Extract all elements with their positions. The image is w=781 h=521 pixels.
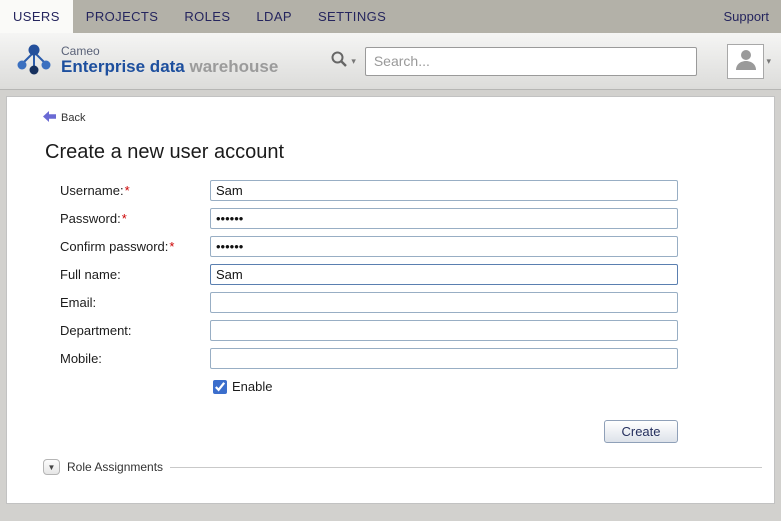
product-name-light: warehouse [190,57,279,76]
form-row: Password:* [60,208,774,229]
tab-settings[interactable]: SETTINGS [305,0,399,33]
app-logo: Cameo Enterprise data warehouse [14,39,278,84]
tab-label: LDAP [256,9,292,24]
tab-ldap[interactable]: LDAP [243,0,305,33]
search-input[interactable] [365,47,697,76]
form-row: Mobile: [60,348,774,369]
enable-checkbox[interactable] [213,380,227,394]
back-arrow-icon [43,111,56,125]
label-text: Mobile: [60,351,102,366]
avatar-dropdown-caret[interactable]: ▾ [766,56,771,67]
enable-label[interactable]: Enable [232,379,272,394]
mobile-input[interactable] [210,348,678,369]
create-button[interactable]: Create [604,420,678,443]
mobile-label: Mobile: [60,351,210,366]
logo-network-icon [14,39,54,84]
user-avatar-icon [733,46,759,77]
department-label: Department: [60,323,210,338]
role-assignments-header[interactable]: ▼ Role Assignments [43,459,762,475]
create-user-form: Username:* Password:* Confirm password:*… [60,180,774,443]
department-input[interactable] [210,320,678,341]
page-title: Create a new user account [45,141,774,164]
label-text: Email: [60,295,96,310]
label-text: Password: [60,211,121,226]
tab-label: ROLES [184,9,230,24]
avatar-group: ▾ [727,44,771,79]
required-marker: * [125,183,130,198]
support-link[interactable]: Support [711,0,781,33]
username-input[interactable] [210,180,678,201]
top-nav-bar: USERS PROJECTS ROLES LDAP SETTINGS Suppo… [0,0,781,33]
tab-roles[interactable]: ROLES [171,0,243,33]
email-label: Email: [60,295,210,310]
back-link[interactable]: Back [43,111,85,125]
nav-spacer [399,0,711,33]
form-row: Full name: [60,264,774,285]
required-marker: * [169,239,174,254]
label-text: Full name: [60,267,121,282]
form-row: Email: [60,292,774,313]
full-name-input[interactable] [210,264,678,285]
user-avatar-button[interactable] [727,44,764,79]
confirm-password-label: Confirm password:* [60,239,210,254]
confirm-password-input[interactable] [210,236,678,257]
section-divider [170,467,762,468]
form-row: Confirm password:* [60,236,774,257]
tab-label: SETTINGS [318,9,386,24]
role-assignments-toggle[interactable]: ▼ [43,459,60,475]
back-label: Back [61,112,85,124]
tab-users[interactable]: USERS [0,0,73,33]
tab-label: USERS [13,9,60,24]
enable-row: Enable [213,379,774,394]
chevron-down-icon: ▼ [48,463,56,472]
form-row: Department: [60,320,774,341]
search-icon[interactable] [330,50,348,73]
username-label: Username:* [60,183,210,198]
password-input[interactable] [210,208,678,229]
search-group: ▾ [330,47,697,76]
full-name-label: Full name: [60,267,210,282]
email-input[interactable] [210,292,678,313]
tab-label: PROJECTS [86,9,159,24]
label-text: Confirm password: [60,239,168,254]
form-actions: Create [60,420,678,443]
label-text: Username: [60,183,124,198]
password-label: Password:* [60,211,210,226]
tab-projects[interactable]: PROJECTS [73,0,172,33]
main-content-panel: Back Create a new user account Username:… [6,96,775,504]
form-row: Username:* [60,180,774,201]
logo-text: Cameo Enterprise data warehouse [61,45,278,77]
search-dropdown-caret[interactable]: ▾ [351,56,356,67]
app-header: Cameo Enterprise data warehouse ▾ [0,33,781,90]
label-text: Department: [60,323,132,338]
required-marker: * [122,211,127,226]
role-assignments-label: Role Assignments [67,460,163,474]
product-name: Enterprise data warehouse [61,58,278,77]
product-name-bold: Enterprise data [61,57,185,76]
